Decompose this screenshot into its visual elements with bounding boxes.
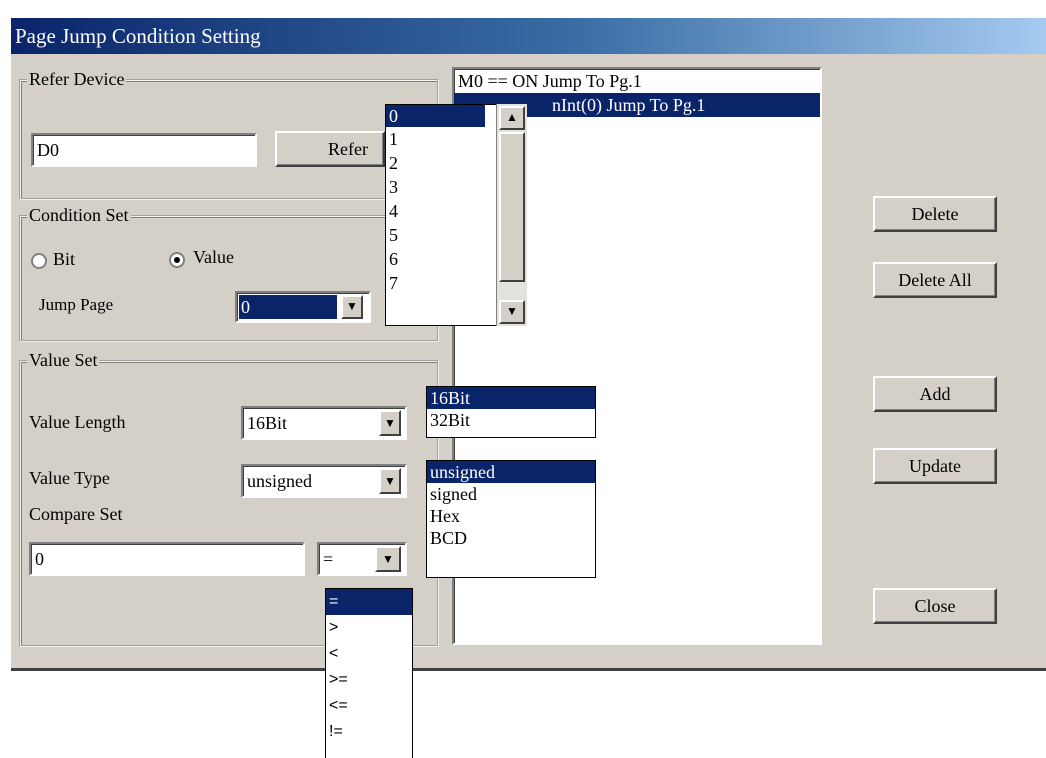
window-title: Page Jump Condition Setting: [11, 18, 1046, 54]
jump-page-option[interactable]: 2: [386, 151, 502, 175]
value-length-option[interactable]: 16Bit: [427, 387, 595, 409]
operator-option[interactable]: !=: [326, 719, 412, 745]
jump-page-scrollbar[interactable]: ▲ ▼: [496, 104, 527, 326]
operator-value: =: [323, 549, 334, 569]
refer-device-group-title: Refer Device: [27, 69, 127, 90]
compare-set-label: Compare Set: [29, 504, 123, 524]
value-set-group-title: Value Set: [27, 350, 100, 371]
operator-option[interactable]: <: [326, 641, 412, 667]
jump-page-option[interactable]: 3: [386, 175, 502, 199]
value-type-option[interactable]: unsigned: [427, 461, 595, 483]
jump-page-option[interactable]: 4: [386, 199, 502, 223]
jump-page-select[interactable]: 0 ▼: [235, 291, 371, 323]
value-length-option[interactable]: 32Bit: [427, 409, 595, 431]
delete-all-button[interactable]: Delete All: [873, 262, 997, 298]
operator-option[interactable]: >: [326, 615, 412, 641]
chevron-down-icon[interactable]: ▼: [499, 300, 525, 324]
refer-device-input[interactable]: D0: [31, 133, 257, 167]
scrollbar-thumb[interactable]: [499, 132, 525, 282]
jump-page-option[interactable]: 7: [386, 271, 502, 295]
operator-dropdown[interactable]: = > < >= <= !=: [325, 588, 413, 758]
value-radio[interactable]: [169, 252, 185, 268]
jump-page-dropdown[interactable]: 0 1 2 3 4 5 6 7: [385, 104, 503, 326]
value-radio-dot: [174, 257, 180, 263]
update-button[interactable]: Update: [873, 448, 997, 484]
add-button[interactable]: Add: [873, 376, 997, 412]
bit-radio[interactable]: [31, 253, 47, 269]
bit-radio-label: Bit: [53, 249, 76, 269]
value-type-label: Value Type: [29, 468, 110, 488]
jump-page-option[interactable]: 0: [386, 105, 485, 127]
operator-option[interactable]: <=: [326, 693, 412, 719]
operator-select[interactable]: = ▼: [317, 542, 407, 576]
value-type-dropdown[interactable]: unsigned signed Hex BCD: [426, 460, 596, 578]
jump-page-label: Jump Page: [39, 295, 114, 314]
chevron-down-icon[interactable]: ▼: [375, 546, 401, 572]
operator-option[interactable]: >=: [326, 667, 412, 693]
jump-page-option[interactable]: 1: [386, 127, 502, 151]
jump-page-value: 0: [239, 295, 337, 319]
value-length-dropdown[interactable]: 16Bit 32Bit: [426, 386, 596, 438]
value-length-label: Value Length: [29, 412, 126, 432]
delete-button[interactable]: Delete: [873, 196, 997, 232]
value-radio-label: Value: [193, 247, 234, 267]
chevron-down-icon[interactable]: ▼: [379, 468, 401, 494]
condition-set-group: Condition Set Bit Value Jump Page 0 ▼: [19, 205, 439, 342]
close-button[interactable]: Close: [873, 588, 997, 624]
value-type-option[interactable]: BCD: [427, 527, 595, 549]
jump-page-option[interactable]: 5: [386, 223, 502, 247]
value-type-value: unsigned: [247, 471, 312, 491]
compare-value-input[interactable]: 0: [29, 542, 305, 576]
list-item[interactable]: M0 == ON Jump To Pg.1: [454, 69, 820, 93]
value-type-option[interactable]: signed: [427, 483, 595, 505]
jump-page-option[interactable]: 6: [386, 247, 502, 271]
chevron-down-icon[interactable]: ▼: [379, 410, 401, 436]
chevron-down-icon[interactable]: ▼: [341, 295, 363, 319]
operator-option[interactable]: =: [326, 589, 412, 615]
value-length-value: 16Bit: [247, 413, 288, 433]
chevron-up-icon[interactable]: ▲: [499, 106, 525, 130]
value-type-option[interactable]: Hex: [427, 505, 595, 527]
refer-device-group: Refer Device D0 Refer: [19, 69, 439, 200]
value-length-select[interactable]: 16Bit ▼: [241, 406, 407, 440]
refer-button[interactable]: Refer: [275, 131, 385, 167]
value-type-select[interactable]: unsigned ▼: [241, 464, 407, 498]
condition-set-group-title: Condition Set: [27, 205, 131, 226]
